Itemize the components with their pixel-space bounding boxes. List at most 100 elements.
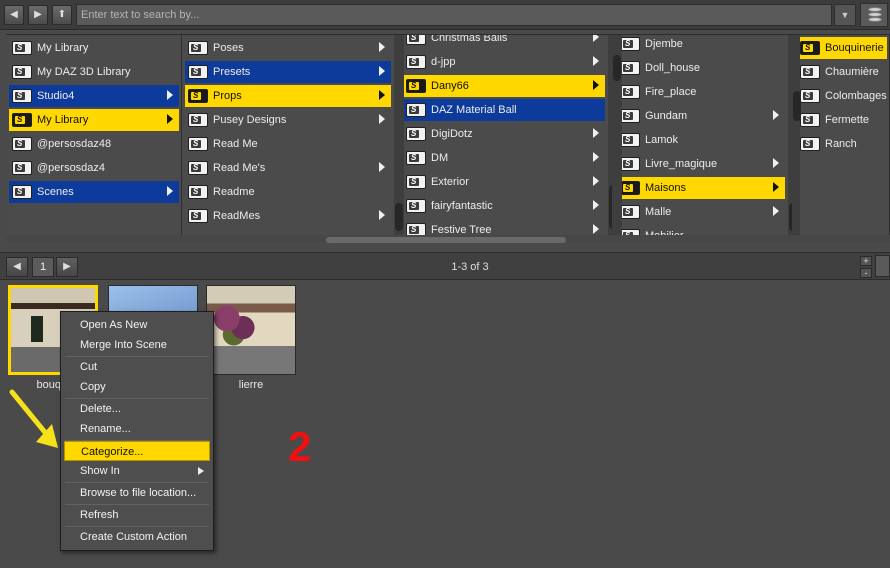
column-item[interactable]: Read Me [185,133,391,155]
column-item[interactable]: DigiDotz [403,123,605,145]
chevron-right-icon [379,210,385,220]
column-item-label: Lamok [645,134,679,146]
chevron-right-icon [379,114,385,124]
column-item[interactable]: ReadMes [185,205,391,227]
folder-icon [800,41,820,55]
back-button[interactable]: ◀ [4,5,24,25]
column-4-left-scrollbar[interactable] [612,35,622,235]
column-item[interactable]: Livre_magique [617,153,785,175]
view-mode-button[interactable] [875,255,890,277]
column-item[interactable]: Doll_house [617,57,785,79]
column-item-label: Maisons [645,182,686,194]
column-item-label: ReadMes [213,210,261,222]
folder-icon [620,157,640,171]
column-item[interactable]: Studio4 [9,85,179,107]
folder-icon [188,185,208,199]
column-item[interactable]: Lamok [617,129,785,151]
folder-icon [12,137,32,151]
page-number[interactable]: 1 [32,257,54,277]
menu-item[interactable]: Delete... [64,399,210,419]
folder-icon [620,181,640,195]
chevron-right-icon [593,224,599,234]
menu-item[interactable]: Open As New [64,315,210,335]
menu-item-label: Rename... [80,423,131,435]
menu-item[interactable]: Copy [64,377,210,397]
column-item[interactable]: Pusey Designs [185,109,391,131]
column-item[interactable]: Props [185,85,391,107]
column-item[interactable]: Readme [185,181,391,203]
column-item[interactable]: Fire_place [617,81,785,103]
column-item[interactable]: Ranch [797,133,887,155]
column-item-label: Festive Tree [431,224,492,235]
next-page-button[interactable]: ▶ [56,257,78,277]
column-item-label: Studio4 [37,90,75,102]
menu-item[interactable]: Cut [64,357,210,377]
chevron-right-icon [379,42,385,52]
column-item[interactable]: Scenes [9,181,179,203]
column-item[interactable]: Poses [185,37,391,59]
folder-icon [12,185,32,199]
column-item[interactable]: Festive Tree [403,219,605,235]
column-item[interactable]: DM [403,147,605,169]
column-item-label: Exterior [431,176,469,188]
column-5-left-scrollbar[interactable] [792,35,801,235]
menu-item[interactable]: Show In [64,461,210,481]
menu-item[interactable]: Refresh [64,505,210,525]
column-item[interactable]: Fermette [797,109,887,131]
column-item[interactable]: DAZ Material Ball [403,99,605,121]
folder-icon [406,103,426,117]
column-item[interactable]: @persosdaz48 [9,133,179,155]
column-item-label: My Library [37,42,89,54]
search-input[interactable] [76,4,832,26]
menu-item[interactable]: Rename... [64,419,210,439]
chevron-right-icon [773,206,779,216]
chevron-right-icon [167,186,173,196]
column-item[interactable]: Gundam [617,105,785,127]
up-button[interactable]: ⬆ [52,5,72,25]
column-item[interactable]: Mobilier [617,225,785,235]
folder-icon [188,209,208,223]
column-2-scrollbar[interactable] [394,35,404,235]
zoom-in-button[interactable]: + [860,256,872,266]
forward-button[interactable]: ▶ [28,5,48,25]
folder-icon [188,113,208,127]
minus-icon: - [864,268,868,278]
column-item[interactable]: Presets [185,61,391,83]
menu-item[interactable]: Merge Into Scene [64,335,210,355]
column-item[interactable]: Dany66 [403,75,605,97]
zoom-out-button[interactable]: - [860,268,872,278]
database-button[interactable] [860,3,888,27]
column-item[interactable]: Bouquinerie [797,37,887,59]
prev-page-button[interactable]: ◀ [6,257,28,277]
step-number: 2 [288,423,312,470]
column-item[interactable]: Maisons [617,177,785,199]
menu-item[interactable]: Browse to file location... [64,483,210,503]
column-item[interactable]: Malle [617,201,785,223]
column-item-label: Props [213,90,242,102]
menu-item[interactable]: Categorize... [64,441,210,461]
column-item[interactable]: Djembe [617,35,785,55]
column-item[interactable]: My Library [9,109,179,131]
column-item[interactable]: My Library [9,37,179,59]
folder-icon [800,65,820,79]
column-item[interactable]: My DAZ 3D Library [9,61,179,83]
search-dropdown-button[interactable]: ▼ [834,4,856,26]
thumbnail-lierre[interactable] [206,285,296,375]
menu-item[interactable]: Create Custom Action [64,527,210,547]
column-item[interactable]: @persosdaz4 [9,157,179,179]
column-item[interactable]: Christmas Balls [403,35,605,49]
column-item[interactable]: Exterior [403,171,605,193]
column-item[interactable]: d-jpp [403,51,605,73]
column-item[interactable]: fairyfantastic [403,195,605,217]
column-browser: My Library My DAZ 3D Library Studio4 My Lib… [6,34,890,243]
chevron-right-icon [593,200,599,210]
chevron-right-icon [379,90,385,100]
back-arrow-icon: ◀ [10,9,18,20]
column-item[interactable]: Colombages [797,85,887,107]
folder-icon [406,175,426,189]
column-item-label: Ranch [825,138,857,150]
chevron-right-icon [167,114,173,124]
horizontal-scrollbar[interactable] [326,237,566,243]
column-item[interactable]: Read Me's [185,157,391,179]
column-item[interactable]: Chaumière [797,61,887,83]
